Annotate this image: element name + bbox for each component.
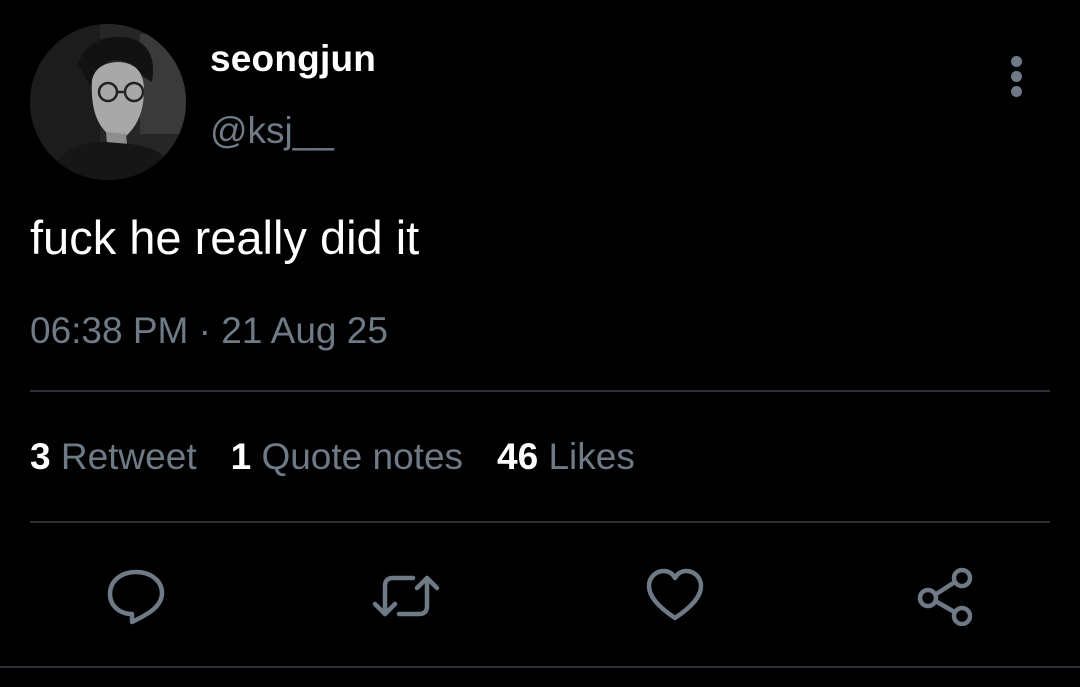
retweet-icon [372,575,440,617]
divider [0,666,1080,668]
avatar[interactable] [30,24,186,180]
quote-stat[interactable]: 1 Quote notes [231,436,463,478]
divider [30,521,1050,523]
share-button[interactable] [914,566,974,626]
share-icon [917,567,973,626]
quote-label: Quote notes [261,436,464,477]
likes-count: 46 [497,436,539,477]
like-button[interactable] [645,566,705,626]
user-handle[interactable]: @ksj__ [210,110,334,152]
timestamp[interactable]: 06:38 PM · 21 Aug 25 [30,310,388,352]
likes-label: Likes [548,436,635,477]
retweet-label: Retweet [60,436,197,477]
retweet-stat[interactable]: 3 Retweet [30,436,197,478]
display-name[interactable]: seongjun [210,38,376,80]
retweet-count: 3 [30,436,51,477]
reply-icon [107,569,165,625]
retweet-button[interactable] [371,566,440,626]
tweet-detail: seongjun @ksj__ fuck he really did it 06… [0,0,1080,687]
quote-count: 1 [230,436,252,477]
more-options-button[interactable] [996,54,1038,98]
engagement-stats: 3 Retweet 1 Quote notes 46 Likes [30,436,669,478]
likes-stat[interactable]: 46 Likes [497,436,635,478]
tweet-text: fuck he really did it [30,211,420,264]
reply-button[interactable] [106,566,166,626]
divider [30,390,1050,392]
avatar-photo [30,24,186,180]
heart-icon [646,568,704,621]
